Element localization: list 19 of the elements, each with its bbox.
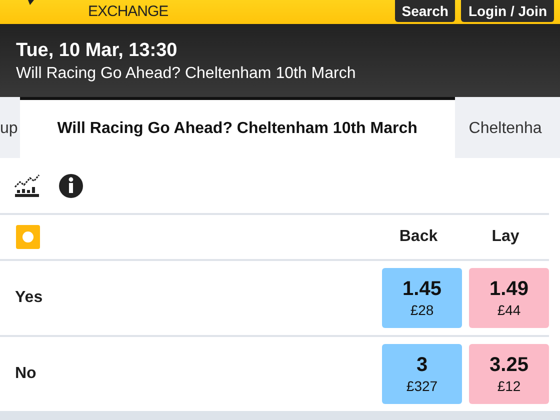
event-datetime: Tue, 10 Mar, 13:30 [16,40,178,62]
logo-text[interactable]: EXCHANGE [88,4,168,24]
tab[interactable]: Will Racing Go Ahead? Cheltenham 10th March [20,97,455,158]
lay-price-button[interactable]: 3.25 £12 [469,344,549,404]
back-price-button[interactable]: 1.45 £28 [382,268,462,328]
tab[interactable]: Cheltenha [454,97,556,158]
chart-icon[interactable] [14,174,40,198]
runner-name: Yes [15,289,43,307]
tab[interactable]: up [0,97,20,158]
column-header: Back [398,228,439,246]
lay-price-button[interactable]: 1.49 £44 [469,268,549,328]
market-status-icon [16,225,40,249]
header-button[interactable]: Search [394,0,456,22]
runner-name: No [15,365,36,383]
header-button[interactable]: Login / Join [461,0,554,22]
back-price-button[interactable]: 3 £327 [382,344,462,404]
column-header: Lay [490,228,520,246]
info-icon[interactable] [58,172,84,198]
event-title: Will Racing Go Ahead? Cheltenham 10th March [16,64,357,84]
